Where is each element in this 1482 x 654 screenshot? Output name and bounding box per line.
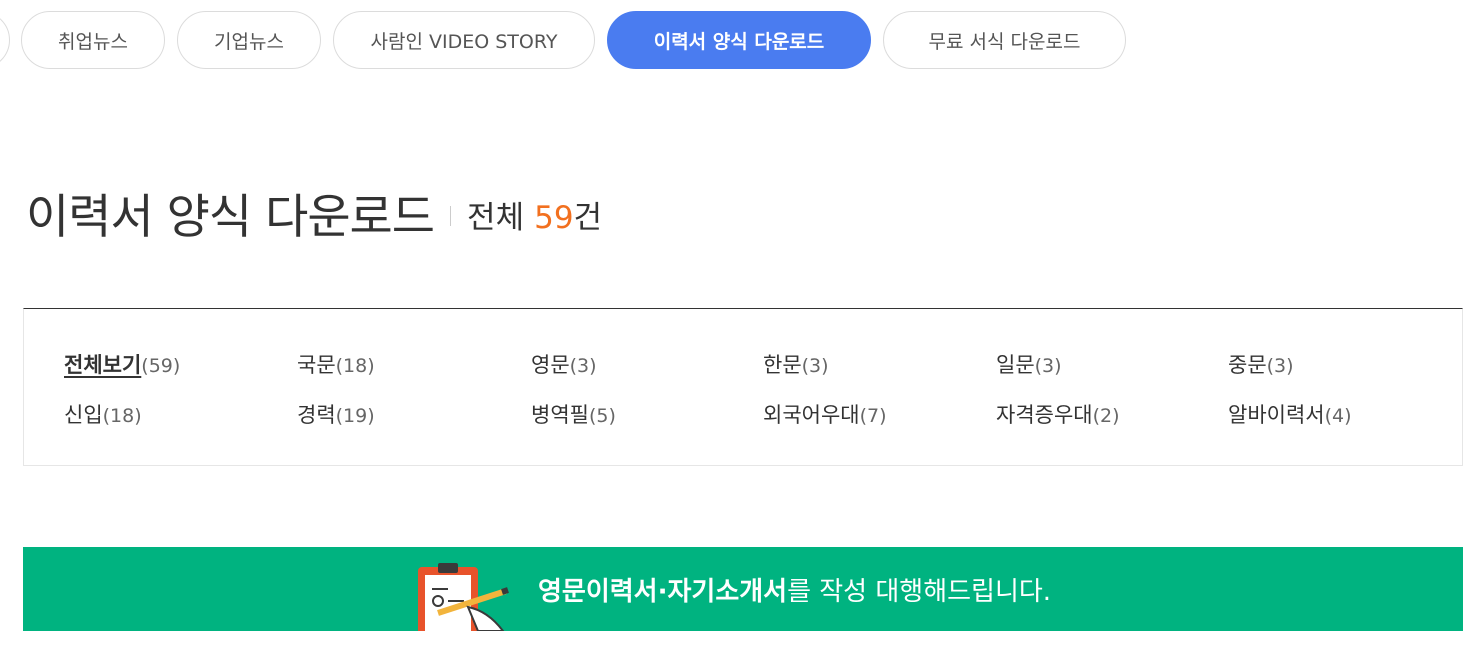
category-chinese-char[interactable]: 한문(3): [763, 349, 829, 379]
tab-video-story[interactable]: 사람인 VIDEO STORY: [333, 11, 595, 69]
clipboard-pen-icon: [418, 563, 509, 631]
category-name: 병역필: [531, 403, 589, 427]
category-count: (18): [335, 355, 375, 377]
category-count: (4): [1324, 405, 1352, 427]
category-filter-box: 전체보기(59) 국문(18) 영문(3) 한문(3) 일문(3) 중문(3) …: [23, 308, 1463, 466]
category-count: (3): [1266, 355, 1294, 377]
category-name: 국문: [297, 353, 336, 377]
category-count: (18): [102, 405, 142, 427]
category-all[interactable]: 전체보기(59): [64, 349, 180, 379]
promo-banner[interactable]: 영문이력서·자기소개서를 작성 대행해드립니다.: [23, 547, 1463, 631]
tab-previous-partial[interactable]: [0, 11, 10, 69]
tab-label: 취업뉴스: [58, 30, 128, 53]
category-name: 전체보기: [64, 353, 142, 377]
category-name: 일문: [996, 353, 1035, 377]
category-count: (2): [1092, 405, 1120, 427]
category-count: (5): [588, 405, 616, 427]
category-experienced[interactable]: 경력(19): [297, 399, 375, 429]
banner-bold-text: 영문이력서·자기소개서: [538, 577, 788, 607]
total-count: 59: [534, 200, 574, 236]
category-name: 자격증우대: [996, 403, 1093, 427]
category-count: (19): [335, 405, 375, 427]
category-name: 영문: [531, 353, 570, 377]
tab-label: 기업뉴스: [214, 30, 284, 53]
category-military-done[interactable]: 병역필(5): [531, 399, 616, 429]
category-count: (3): [801, 355, 829, 377]
category-count: (59): [141, 355, 181, 377]
total-suffix: 건: [573, 200, 603, 236]
category-chinese[interactable]: 중문(3): [1228, 349, 1294, 379]
category-newcomer[interactable]: 신입(18): [64, 399, 142, 429]
tab-resume-download[interactable]: 이력서 양식 다운로드: [607, 11, 871, 69]
category-name: 외국어우대: [763, 403, 860, 427]
category-name: 경력: [297, 403, 336, 427]
category-count: (3): [1034, 355, 1062, 377]
page-title: 이력서 양식 다운로드: [26, 190, 435, 245]
category-language-preferred[interactable]: 외국어우대(7): [763, 399, 887, 429]
category-certificate-preferred[interactable]: 자격증우대(2): [996, 399, 1120, 429]
category-name: 신입: [64, 403, 103, 427]
tab-free-forms[interactable]: 무료 서식 다운로드: [883, 11, 1126, 69]
category-name: 중문: [1228, 353, 1267, 377]
tab-label: 이력서 양식 다운로드: [653, 30, 825, 53]
tab-label: 무료 서식 다운로드: [928, 30, 1081, 53]
tab-company-news[interactable]: 기업뉴스: [177, 11, 321, 69]
banner-rest-text: 를 작성 대행해드립니다.: [787, 577, 1052, 607]
divider: [450, 205, 452, 226]
banner-text: 영문이력서·자기소개서를 작성 대행해드립니다.: [538, 571, 1051, 608]
tab-job-news[interactable]: 취업뉴스: [21, 11, 165, 69]
category-parttime-resume[interactable]: 알바이력서(4): [1228, 399, 1352, 429]
page-heading: 이력서 양식 다운로드 전체 59건: [26, 178, 602, 247]
category-english[interactable]: 영문(3): [531, 349, 597, 379]
category-name: 한문: [763, 353, 802, 377]
tab-label: 사람인 VIDEO STORY: [370, 30, 558, 53]
category-name: 알바이력서: [1228, 403, 1325, 427]
total-count-text: 전체 59건: [467, 192, 602, 237]
category-tab-bar: 취업뉴스 기업뉴스 사람인 VIDEO STORY 이력서 양식 다운로드 무료…: [0, 11, 1482, 71]
category-korean[interactable]: 국문(18): [297, 349, 375, 379]
category-count: (3): [569, 355, 597, 377]
category-japanese[interactable]: 일문(3): [996, 349, 1062, 379]
total-label: 전체: [467, 200, 525, 236]
category-count: (7): [859, 405, 887, 427]
